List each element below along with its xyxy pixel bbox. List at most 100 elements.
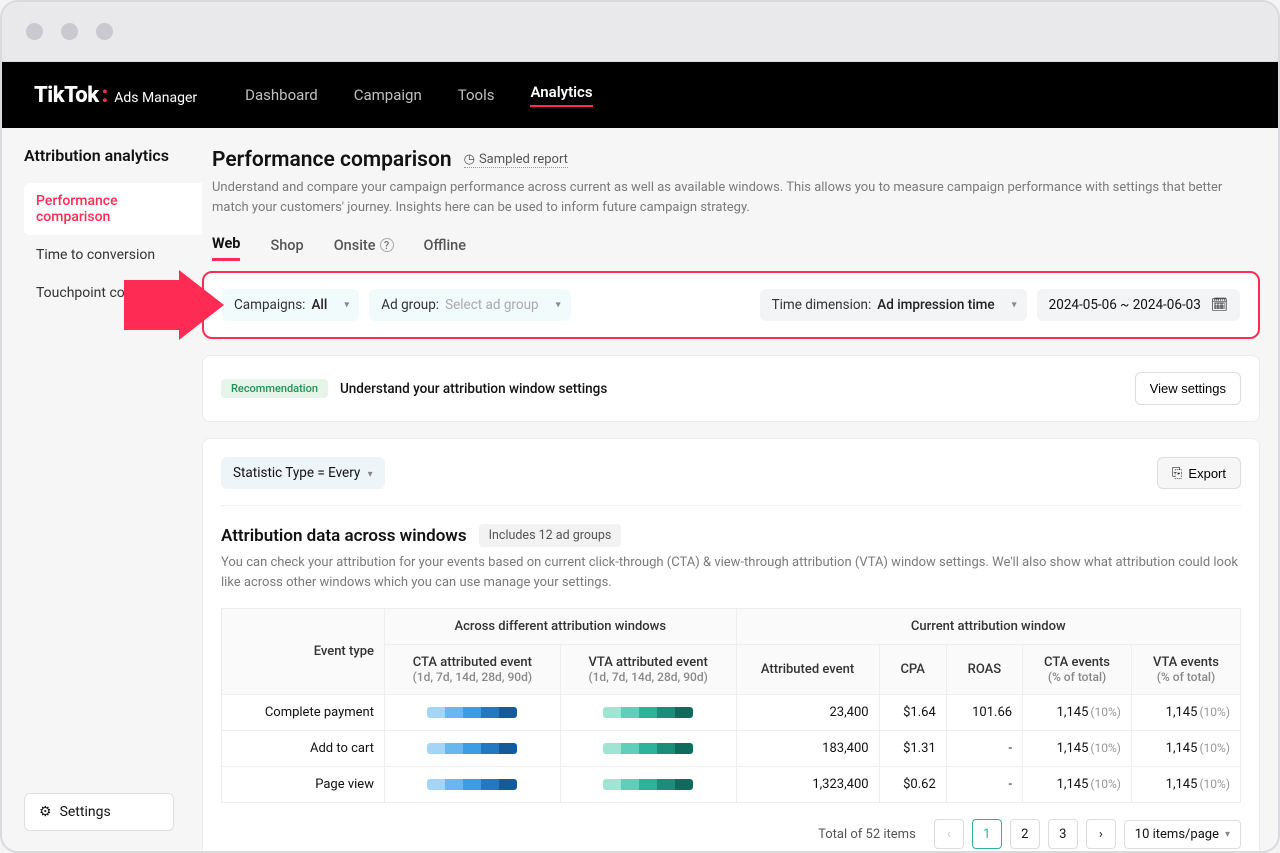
table-row: Add to cart 183,400 $1.31 - 1,145(10%) 1… (222, 731, 1241, 767)
tab-shop[interactable]: Shop (270, 235, 303, 261)
logo-text: TikTok (34, 83, 99, 108)
settings-button[interactable]: ⚙ Settings (24, 793, 174, 831)
th-vta-attr: VTA attributed event (1d, 7d, 14d, 28d, … (560, 645, 736, 695)
view-settings-button[interactable]: View settings (1135, 372, 1241, 405)
section-description: You can check your attribution for your … (221, 553, 1241, 592)
calendar-icon: 🗓 (1211, 297, 1228, 313)
pagination-page-2[interactable]: 2 (1010, 819, 1040, 849)
cell-event: Page view (222, 767, 385, 803)
time-dimension-select[interactable]: Time dimension: Ad impression time ▾ (760, 289, 1027, 321)
th-roas: ROAS (946, 645, 1022, 695)
cell-vta: 1,145(10%) (1131, 731, 1240, 767)
sidebar-item-time-to-conversion[interactable]: Time to conversion (24, 237, 202, 273)
chevron-down-icon: ▾ (556, 300, 561, 311)
cell-event: Add to cart (222, 731, 385, 767)
time-dimension-label: Time dimension: (772, 297, 872, 313)
tab-onsite[interactable]: Onsite ? (334, 235, 394, 261)
cell-roas: 101.66 (946, 695, 1022, 731)
adgroup-select-placeholder: Select ad group (445, 297, 539, 313)
pagination-page-1[interactable]: 1 (972, 819, 1002, 849)
category-tabs: Web Shop Onsite ? Offline (212, 235, 1260, 261)
clock-icon: ◷ (464, 152, 475, 167)
main-content: Performance comparison ◷ Sampled report … (202, 128, 1278, 851)
cell-attr-event: 183,400 (736, 731, 879, 767)
nav-campaign[interactable]: Campaign (354, 86, 422, 104)
callout-arrow-icon (124, 270, 224, 340)
section-title: Attribution data across windows (221, 526, 467, 546)
page-description: Understand and compare your campaign per… (212, 178, 1250, 217)
window-dot (61, 23, 78, 40)
th-cta-events: CTA events (% of total) (1023, 645, 1132, 695)
cell-roas: - (946, 731, 1022, 767)
export-button[interactable]: ⎘ Export (1157, 457, 1241, 489)
attribution-table: Event type Across different attribution … (221, 608, 1241, 803)
cell-event: Complete payment (222, 695, 385, 731)
cell-cta: 1,145(10%) (1023, 695, 1132, 731)
data-card: Statistic Type = Every ▾ ⎘ Export Attrib… (202, 438, 1260, 851)
cell-cpa: $1.64 (879, 695, 946, 731)
chevron-down-icon: ▾ (1012, 300, 1017, 311)
pagination-page-3[interactable]: 3 (1048, 819, 1078, 849)
statistic-type-select[interactable]: Statistic Type = Every ▾ (221, 457, 385, 489)
cell-cpa: $0.62 (879, 767, 946, 803)
sidebar-title: Attribution analytics (24, 146, 202, 165)
table-row: Page view 1,323,400 $0.62 - 1,145(10%) 1… (222, 767, 1241, 803)
table-row: Complete payment 23,400 $1.64 101.66 1,1… (222, 695, 1241, 731)
tab-offline[interactable]: Offline (424, 235, 467, 261)
settings-label: Settings (60, 804, 111, 820)
th-attr-event: Attributed event (736, 645, 879, 695)
tab-web[interactable]: Web (212, 235, 240, 261)
cell-vta-bar (560, 695, 736, 731)
logo-sub: Ads Manager (114, 90, 197, 106)
adgroup-select[interactable]: Ad group: Select ad group ▾ (369, 289, 570, 321)
campaigns-select[interactable]: Campaigns: All ▾ (222, 289, 359, 321)
chevron-down-icon: ▾ (1225, 829, 1230, 840)
date-range-value: 2024-05-06 ~ 2024-06-03 (1049, 297, 1201, 313)
cell-cta-bar (384, 731, 560, 767)
export-icon: ⎘ (1172, 465, 1182, 481)
nav-tools[interactable]: Tools (458, 86, 495, 104)
cell-cta: 1,145(10%) (1023, 731, 1132, 767)
recommendation-text: Understand your attribution window setti… (340, 381, 607, 397)
sampled-report-label[interactable]: ◷ Sampled report (464, 152, 568, 168)
window-dot (96, 23, 113, 40)
help-icon[interactable]: ? (380, 238, 394, 252)
cell-cta: 1,145(10%) (1023, 767, 1132, 803)
cell-cpa: $1.31 (879, 731, 946, 767)
cell-vta: 1,145(10%) (1131, 695, 1240, 731)
time-dimension-value: Ad impression time (877, 297, 994, 313)
chevron-down-icon: ▾ (344, 300, 349, 311)
cell-vta: 1,145(10%) (1131, 767, 1240, 803)
th-group-current: Current attribution window (736, 609, 1240, 645)
nav-dashboard[interactable]: Dashboard (245, 86, 318, 104)
th-cta-attr: CTA attributed event (1d, 7d, 14d, 28d, … (384, 645, 560, 695)
cell-cta-bar (384, 695, 560, 731)
gear-icon: ⚙ (39, 804, 52, 820)
window-dot (26, 23, 43, 40)
campaigns-select-value: All (311, 297, 327, 313)
logo-colon-icon: : (102, 83, 109, 108)
cell-roas: - (946, 767, 1022, 803)
cell-attr-event: 23,400 (736, 695, 879, 731)
th-group-across: Across different attribution windows (384, 609, 736, 645)
items-per-page-select[interactable]: 10 items/page ▾ (1124, 820, 1241, 849)
page-title: Performance comparison (212, 148, 452, 172)
cell-vta-bar (560, 731, 736, 767)
date-range-picker[interactable]: 2024-05-06 ~ 2024-06-03 🗓 (1037, 289, 1240, 321)
nav-analytics[interactable]: Analytics (530, 83, 592, 107)
recommendation-badge: Recommendation (221, 379, 328, 398)
cell-vta-bar (560, 767, 736, 803)
pagination-total: Total of 52 items (818, 827, 916, 842)
th-event-type: Event type (222, 609, 385, 695)
cell-cta-bar (384, 767, 560, 803)
pagination-next[interactable]: › (1086, 819, 1116, 849)
ad-groups-count-badge: Includes 12 ad groups (479, 524, 622, 547)
sidebar-item-performance[interactable]: Performance comparison (24, 183, 202, 235)
cell-attr-event: 1,323,400 (736, 767, 879, 803)
pagination-prev[interactable]: ‹ (934, 819, 964, 849)
pagination: Total of 52 items ‹ 1 2 3 › 10 items/pag… (221, 819, 1241, 849)
th-vta-events: VTA events (% of total) (1131, 645, 1240, 695)
top-nav: TikTok : Ads Manager Dashboard Campaign … (2, 62, 1278, 128)
chevron-down-icon: ▾ (368, 469, 373, 480)
filter-bar: Campaigns: All ▾ Ad group: Select ad gro… (202, 271, 1260, 339)
